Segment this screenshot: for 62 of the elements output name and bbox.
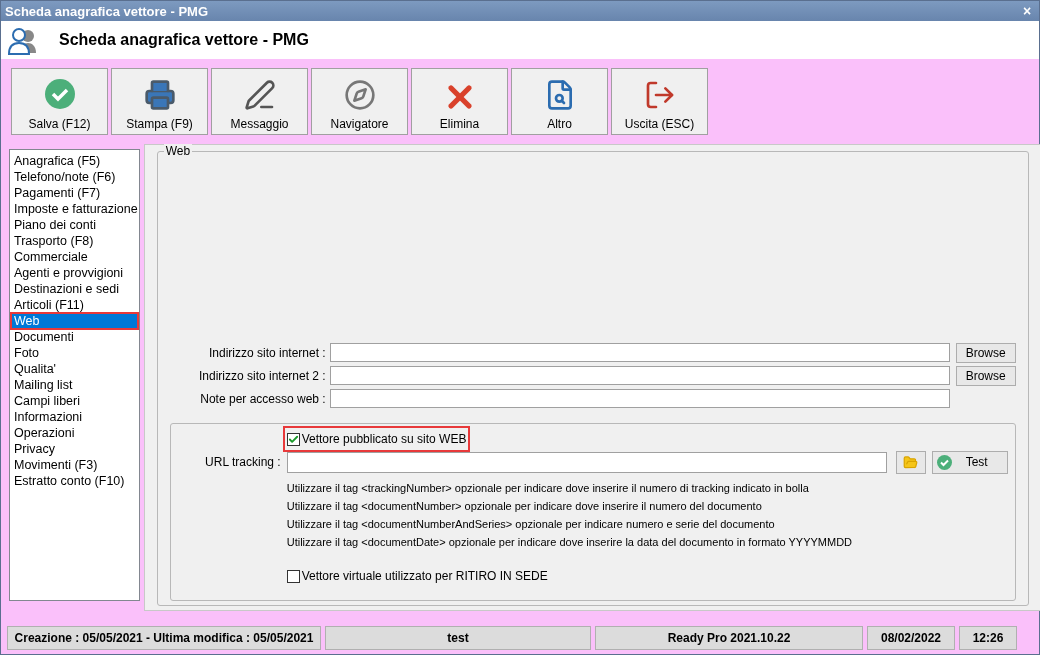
sidebar-item[interactable]: Web: [11, 313, 138, 329]
sidebar-item[interactable]: Trasporto (F8): [11, 233, 138, 249]
checkbox-label: Vettore virtuale utilizzato per RITIRO IN SEDE: [301, 569, 548, 583]
field-label: URL tracking :: [204, 455, 282, 469]
checkbox[interactable]: [286, 432, 300, 446]
sidebar-item[interactable]: Articoli (F11): [11, 297, 138, 313]
sidebar-item[interactable]: Campi liberi: [11, 393, 138, 409]
toolbar-button[interactable]: Salva (F12): [11, 68, 108, 135]
input-field[interactable]: [286, 451, 887, 473]
input-field[interactable]: [329, 366, 950, 385]
sidebar-item[interactable]: Foto: [11, 345, 138, 361]
sidebar-item[interactable]: Informazioni: [11, 409, 138, 425]
sidebar-item[interactable]: Telefono/note (F6): [11, 169, 138, 185]
status-cell: Creazione : 05/05/2021 - Ultima modifica : 05/05/2021: [7, 626, 321, 650]
user-icon: [7, 25, 37, 55]
hint-text: Utilizzare il tag <trackingNumber> opzionale per indicare dove inserire il numero di tracking indicato in bolla: [286, 481, 810, 496]
field-label: Indirizzo sito internet :: [207, 345, 327, 360]
sidebar-item[interactable]: Operazioni: [11, 425, 138, 441]
browse-button[interactable]: Browse: [955, 365, 1016, 386]
status-cell: 12:26: [959, 626, 1017, 650]
checkbox-label: Vettore pubblicato su sito WEB: [301, 432, 467, 446]
sidebar-item[interactable]: Mailing list: [11, 377, 138, 393]
status-cell: Ready Pro 2021.10.22: [595, 626, 863, 650]
folder-button[interactable]: [895, 450, 926, 474]
toolbar-button[interactable]: Navigatore: [311, 68, 408, 135]
sidebar-item[interactable]: Estratto conto (F10): [11, 473, 138, 489]
sidebar-item[interactable]: Pagamenti (F7): [11, 185, 138, 201]
printer-icon: [143, 79, 176, 111]
field-label: Note per accesso web :: [199, 391, 327, 406]
folder-icon: [903, 454, 919, 470]
field-label: Indirizzo sito internet 2 :: [197, 368, 327, 383]
toolbar-button[interactable]: Uscita (ESC): [611, 68, 708, 135]
hint-text: Utilizzare il tag <documentNumber> opzionale per indicare dove inserire il numero del documento: [286, 499, 763, 514]
hint-text: Utilizzare il tag <documentNumberAndSeries> opzionale per indicare numero e serie del documento: [286, 517, 776, 532]
toolbar-button[interactable]: Messaggio: [211, 68, 308, 135]
header-title: Scheda anagrafica vettore - PMG: [59, 31, 309, 49]
test-button[interactable]: Test: [931, 450, 1008, 474]
toolbar-button[interactable]: Elimina: [411, 68, 508, 135]
status-cell: 08/02/2022: [867, 626, 955, 650]
toolbar-button[interactable]: Altro: [511, 68, 608, 135]
sidebar-item[interactable]: Anagrafica (F5): [11, 153, 138, 169]
hint-text: Utilizzare il tag <documentDate> opzionale per indicare dove inserire la data del documento in formato YYYYMMDD: [286, 535, 854, 550]
sidebar-item[interactable]: Privacy: [11, 441, 138, 457]
sidebar-item[interactable]: Destinazioni e sedi: [11, 281, 138, 297]
checkbox[interactable]: [286, 569, 300, 583]
compass-icon: [343, 79, 376, 111]
check-circle-icon: [936, 454, 952, 470]
sidebar-item[interactable]: Piano dei conti: [11, 217, 138, 233]
sidebar-item[interactable]: Documenti: [11, 329, 138, 345]
toolbar-button[interactable]: Stampa (F9): [111, 68, 208, 135]
sidebar-item[interactable]: Imposte e fatturazione: [11, 201, 138, 217]
status-cell: test: [325, 626, 591, 650]
input-field[interactable]: [329, 343, 950, 362]
sidebar-item[interactable]: Qualita': [11, 361, 138, 377]
sidebar-item[interactable]: Movimenti (F3): [11, 457, 138, 473]
sidebar-item[interactable]: Commerciale: [11, 249, 138, 265]
sidebar-item[interactable]: Agenti e provvigioni: [11, 265, 138, 281]
group-title: Web: [163, 144, 193, 158]
browse-button[interactable]: Browse: [955, 342, 1016, 363]
window-title: Scheda anagrafica vettore - PMG: [5, 3, 208, 19]
input-field[interactable]: [329, 389, 950, 408]
check-circle-icon: [44, 79, 75, 109]
